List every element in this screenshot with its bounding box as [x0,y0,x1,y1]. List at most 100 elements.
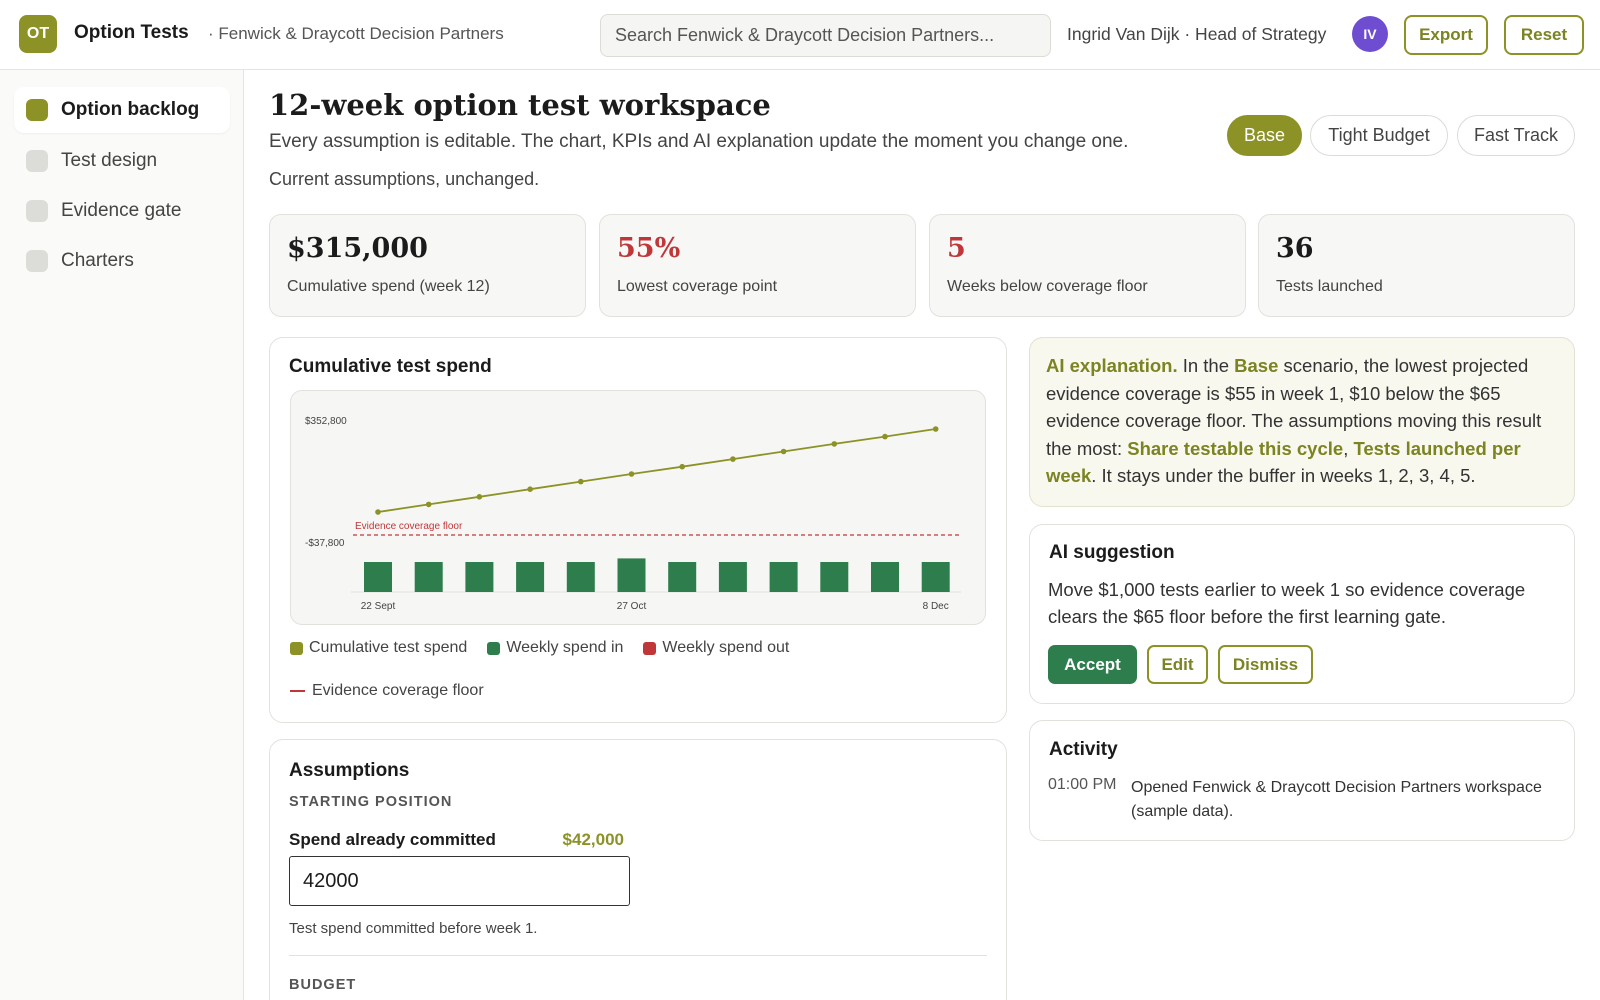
top-bar: OT Option Tests · Fenwick & Draycott Dec… [0,0,1600,70]
ai-suggestion-title: AI suggestion [1049,542,1175,563]
scenario-base-button[interactable]: Base [1227,115,1302,156]
weekly-spend-in-bar [718,562,747,592]
weekly-spend-in-bar [516,562,545,592]
spend-chart: $352,800 -$37,800 Evidence coverage floor 2… [305,416,961,612]
activity-title: Activity [1049,739,1118,760]
cumulative-spend-point [628,471,635,477]
spend-committed-input[interactable] [289,856,630,906]
reset-button[interactable]: Reset [1504,15,1584,55]
app-logo: OT [19,15,57,53]
activity-text: Opened Fenwick & Draycott Decision Partn… [1131,779,1542,820]
accept-button[interactable]: Accept [1048,645,1137,684]
kpi-card-tests-launched: 36 Tests launched [1258,214,1575,317]
sidebar-item-label: Option backlog [61,99,200,120]
edit-button[interactable]: Edit [1147,645,1208,684]
field-label-spend-committed: Spend already committed [289,830,496,849]
kpi-card-cumulative-spend: $315,000 Cumulative spend (week 12) [269,214,586,317]
ai-explanation-card: AI explanation. In the Base scenario, th… [1029,337,1575,507]
kpi-card-lowest-coverage: 55% Lowest coverage point [599,214,916,317]
sidebar-dot-icon [26,250,48,272]
cumulative-spend-point [831,441,838,447]
scenario-fast-track-button[interactable]: Fast Track [1457,115,1575,156]
org-name: · Fenwick & Draycott Decision Partners [208,24,504,43]
sidebar-item-evidence-gate[interactable]: Evidence gate [14,188,230,234]
weekly-spend-in-bar [617,558,646,592]
sidebar-item-test-design[interactable]: Test design [14,138,230,184]
section-label-budget: BUDGET [289,977,357,993]
legend-swatch-cumulative [290,641,303,655]
cumulative-spend-point [932,426,939,432]
cumulative-spend-point [780,448,787,455]
sidebar-item-label: Test design [61,150,158,171]
page-title: 12-week option test workspace [269,88,771,122]
legend-swatch-weekly-in [487,641,501,655]
x-tick-label: 8 Dec [923,601,949,612]
ai-explanation-lead: AI explanation. [1046,355,1178,376]
kpi-value: 5 [947,233,966,264]
cumulative-spend-point [527,486,533,492]
scenario-tight-budget-button[interactable]: Tight Budget [1310,115,1448,156]
sidebar-item-charters[interactable]: Charters [14,238,230,284]
avatar[interactable]: IV [1352,16,1388,52]
ai-text-part: . It stays under the buffer in weeks 1, … [1091,465,1476,486]
ai-driver-share-testable: Share testable this cycle [1127,437,1344,459]
kpi-value: 55% [617,233,681,264]
chart-legend: Cumulative test spend Weekly spend in We… [290,639,789,657]
chart-area: $352,800 -$37,800 Evidence coverage floor 2… [290,390,986,625]
weekly-spend-in-bar [364,562,392,592]
search-input[interactable] [600,14,1051,57]
ai-suggestion-text: Move $1,000 tests earlier to week 1 so e… [1048,579,1526,627]
legend-line-floor [290,690,305,692]
cumulative-spend-point [730,456,736,462]
weekly-spend-in-bar [871,562,899,592]
cumulative-spend-point [679,463,685,470]
activity-card: Activity 01:00 PM Opened Fenwick & Drayc… [1029,720,1575,841]
kpi-label: Cumulative spend (week 12) [287,278,490,295]
x-tick-label: 27 Oct [617,601,647,612]
divider [289,955,987,956]
section-label-starting-position: STARTING POSITION [289,794,453,810]
y-tick-label: $352,800 [305,416,347,427]
ai-scenario-name: Base [1234,355,1279,376]
kpi-label: Weeks below coverage floor [947,278,1148,295]
sidebar-dot-icon [26,200,48,222]
kpi-value: $315,000 [287,233,428,264]
chart-legend-floor: Evidence coverage floor [290,682,484,700]
chart-card: Cumulative test spend $352,800 -$37,800 Ev… [269,337,1007,723]
sidebar-item-option-backlog[interactable]: Option backlog [14,87,230,133]
weekly-spend-in-bar [465,562,494,592]
kpi-label: Tests launched [1276,278,1383,295]
sidebar-item-label: Evidence gate [61,200,182,221]
sidebar-dot-icon [26,150,48,172]
field-help-text: Test spend committed before week 1. [289,920,538,937]
weekly-spend-in-bar [921,562,950,592]
sidebar-item-label: Charters [61,250,134,271]
cumulative-spend-point [882,433,888,440]
assumption-status: Current assumptions, unchanged. [269,169,540,189]
page-subtitle: Every assumption is editable. The chart,… [269,131,1129,152]
cumulative-spend-point [425,501,432,508]
export-button[interactable]: Export [1404,15,1488,55]
weekly-spend-in-bar [820,562,849,592]
assumptions-card: Assumptions STARTING POSITION Spend alre… [269,739,1007,1000]
legend-label-floor: Evidence coverage floor [312,682,484,699]
weekly-spend-in-bar [414,562,443,592]
weekly-spend-in-bar [769,562,798,592]
cumulative-spend-point [375,509,381,515]
legend-label-weekly-out: Weekly spend out [662,639,790,656]
sidebar: Option backlog Test design Evidence gate… [0,70,244,1000]
user-label: Ingrid Van Dijk · Head of Strategy [1067,24,1327,44]
ai-text-part: In the [1177,355,1235,376]
y-tick-label: -$37,800 [305,538,345,549]
activity-time: 01:00 PM [1048,776,1117,793]
legend-label-weekly-in: Weekly spend in [506,639,624,656]
ai-text-part: , [1343,437,1354,459]
kpi-card-weeks-below-floor: 5 Weeks below coverage floor [929,214,1246,317]
cumulative-spend-point [578,478,584,485]
ai-explanation-text: AI explanation. In the Base scenario, th… [1046,352,1558,490]
weekly-spend-in-bar [566,562,595,592]
chart-title: Cumulative test spend [289,356,492,377]
dismiss-button[interactable]: Dismiss [1218,645,1313,684]
app-title: Option Tests [74,22,189,43]
field-display-value: $42,000 [562,830,624,849]
